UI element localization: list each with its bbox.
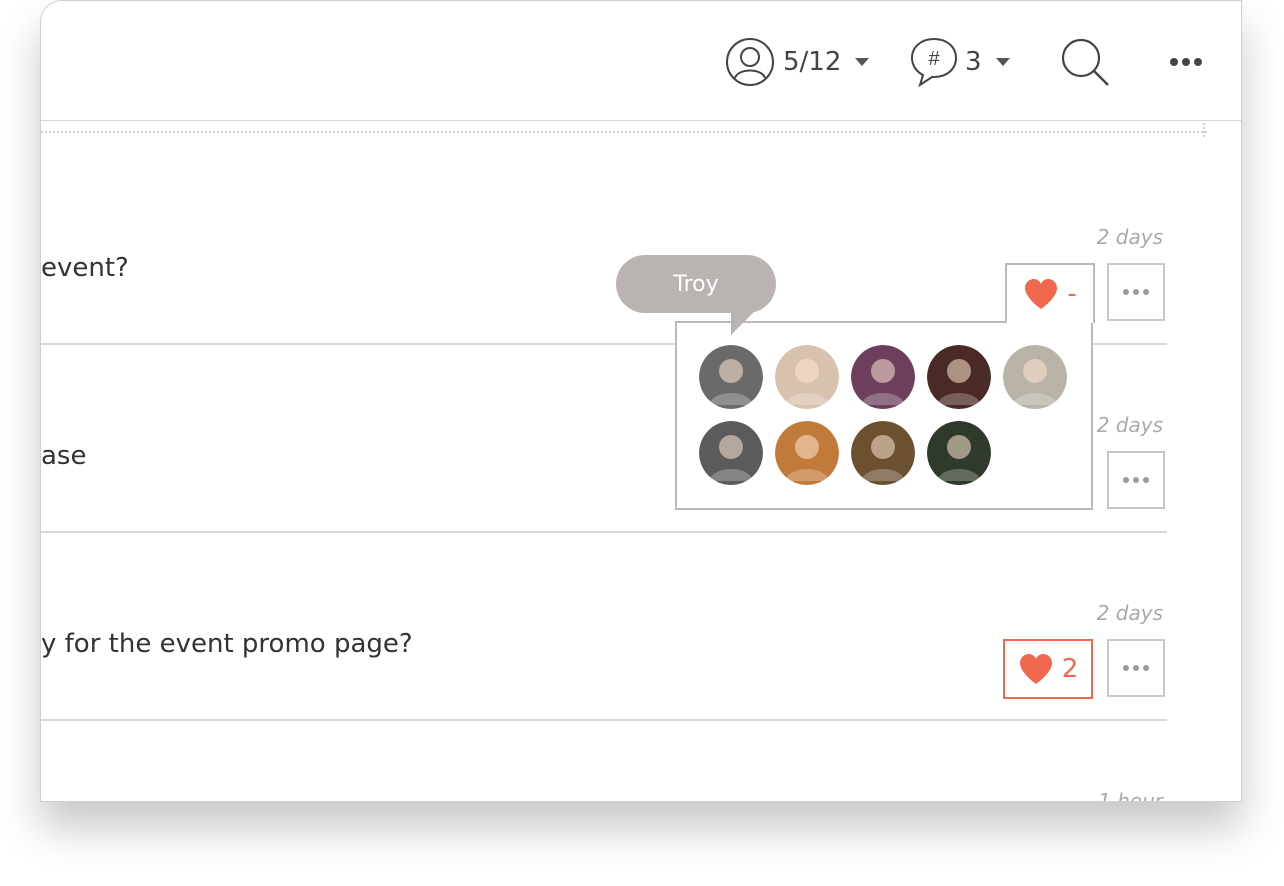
avatar[interactable] — [775, 345, 839, 409]
row-options-button[interactable] — [1107, 263, 1165, 321]
like-button[interactable]: 2 — [1003, 639, 1093, 699]
chevron-down-icon — [855, 58, 870, 66]
list-item[interactable]: y for the event promo page? 2 days — [41, 531, 1167, 721]
more-icon — [1123, 289, 1149, 295]
divider — [1203, 123, 1205, 137]
more-icon — [1170, 58, 1202, 66]
timestamp: 1 hour — [1098, 789, 1163, 802]
avatar[interactable] — [927, 421, 991, 485]
list-item[interactable]: 1 hour — [41, 719, 1167, 802]
like-count: - — [1067, 279, 1077, 309]
avatar[interactable] — [851, 345, 915, 409]
more-icon — [1123, 477, 1149, 483]
avatar[interactable] — [775, 421, 839, 485]
avatar[interactable] — [1003, 345, 1067, 409]
channels-count: 3 — [965, 47, 982, 77]
hash-speech-bubble-icon: # — [910, 37, 958, 88]
members-count: 5/12 — [783, 47, 842, 77]
chevron-down-icon — [995, 58, 1010, 66]
members-dropdown[interactable]: 5/12 — [725, 36, 870, 88]
more-button[interactable] — [1169, 36, 1203, 88]
svg-text:#: # — [928, 48, 940, 70]
avatar[interactable] — [927, 345, 991, 409]
avatar[interactable] — [851, 421, 915, 485]
timestamp: 2 days — [1096, 413, 1163, 437]
row-options-button[interactable] — [1107, 639, 1165, 697]
search-button[interactable] — [1059, 36, 1111, 88]
more-icon — [1123, 665, 1149, 671]
avatar-grid — [699, 345, 1099, 485]
app-window: 5/12 # 3 event? 2 days - ase 2 days y fo… — [40, 0, 1242, 802]
message-text: y for the event promo page? — [41, 629, 413, 659]
like-count: 2 — [1061, 654, 1079, 684]
channels-dropdown[interactable]: # 3 — [909, 36, 1010, 88]
user-icon — [726, 38, 774, 86]
avatar[interactable] — [699, 345, 763, 409]
message-text: event? — [41, 253, 129, 283]
heart-icon — [1019, 654, 1052, 684]
top-bar: 5/12 # 3 — [41, 1, 1241, 121]
tooltip-pointer — [731, 311, 755, 335]
heart-icon — [1025, 279, 1058, 309]
divider — [41, 131, 1207, 133]
timestamp: 2 days — [1096, 225, 1163, 249]
avatar[interactable] — [699, 421, 763, 485]
like-button[interactable]: - — [1005, 263, 1095, 323]
search-icon — [1061, 38, 1109, 86]
message-text: ase — [41, 441, 87, 471]
name-tooltip: Troy — [616, 255, 776, 313]
row-options-button[interactable] — [1107, 451, 1165, 509]
list-item[interactable]: event? 2 days — [41, 161, 1167, 345]
timestamp: 2 days — [1096, 601, 1163, 625]
likers-popup — [675, 321, 1093, 510]
